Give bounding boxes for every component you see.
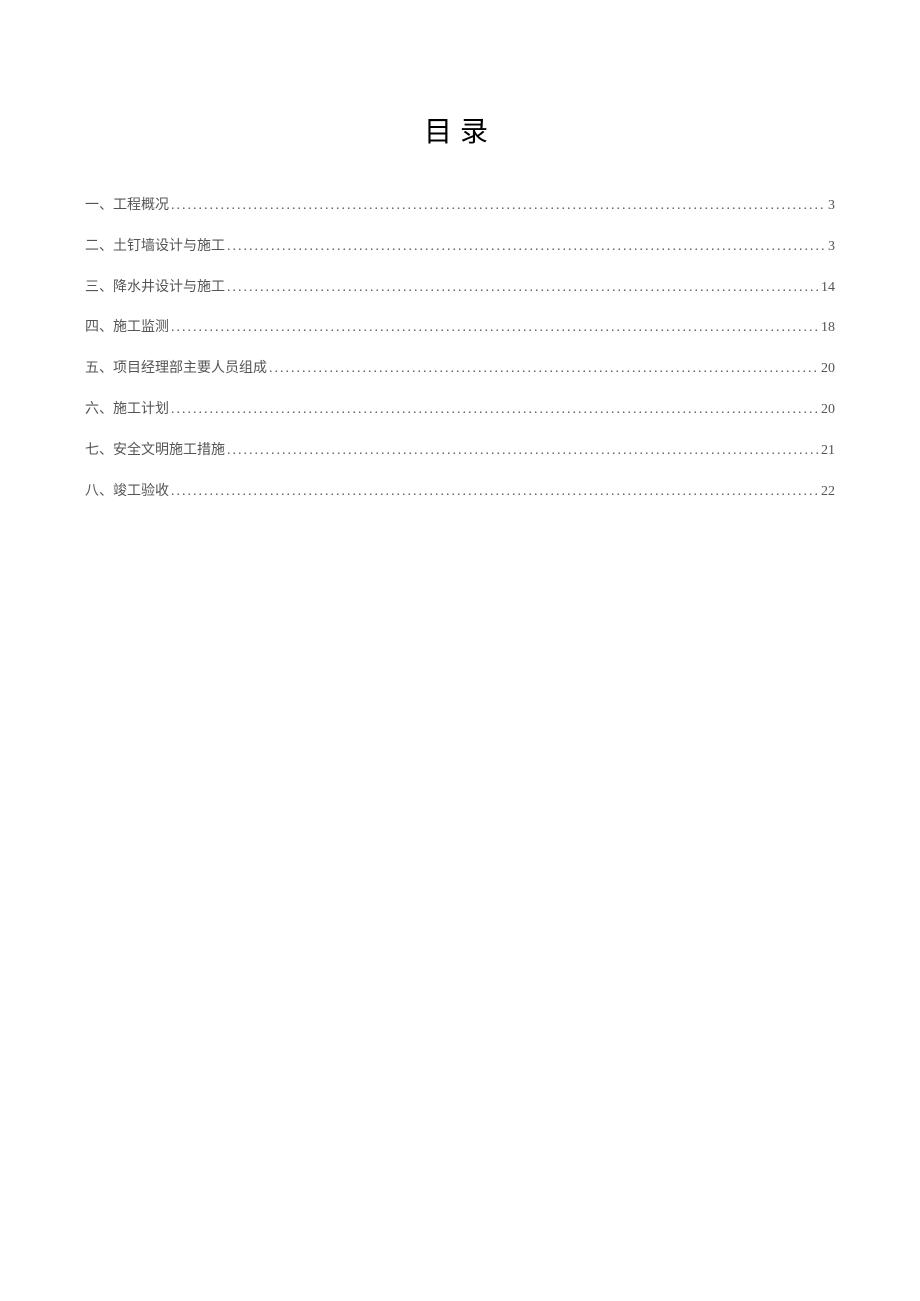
toc-entry-label: 三、降水井设计与施工 bbox=[85, 280, 225, 297]
toc-entry: 五、项目经理部主要人员组成 20 bbox=[85, 361, 835, 378]
page-title: 目录 bbox=[85, 110, 835, 150]
toc-entry-label: 二、土钉墙设计与施工 bbox=[85, 239, 225, 256]
toc-entry-page: 18 bbox=[821, 320, 835, 337]
toc-entry: 三、降水井设计与施工 14 bbox=[85, 280, 835, 297]
toc-entry-label: 五、项目经理部主要人员组成 bbox=[85, 361, 267, 378]
toc-entry-page: 3 bbox=[828, 198, 835, 215]
toc-entry: 八、竣工验收 22 bbox=[85, 484, 835, 501]
toc-entry-page: 14 bbox=[821, 280, 835, 297]
toc-entry-label: 八、竣工验收 bbox=[85, 484, 169, 501]
toc-entry: 二、土钉墙设计与施工 3 bbox=[85, 239, 835, 256]
toc-entry-leader bbox=[227, 239, 826, 256]
toc-entry-label: 一、工程概况 bbox=[85, 198, 169, 215]
toc-entry-leader bbox=[171, 484, 819, 501]
toc-entry: 六、施工计划 20 bbox=[85, 402, 835, 419]
toc-entry: 七、安全文明施工措施 21 bbox=[85, 443, 835, 460]
toc-entry-leader bbox=[227, 443, 819, 460]
toc-entry-label: 六、施工计划 bbox=[85, 402, 169, 419]
toc-entry-leader bbox=[171, 402, 819, 419]
toc-entry-label: 四、施工监测 bbox=[85, 320, 169, 337]
toc-entry-leader bbox=[269, 361, 819, 378]
toc-entry-leader bbox=[171, 320, 819, 337]
toc-entry: 四、施工监测 18 bbox=[85, 320, 835, 337]
toc-entry-label: 七、安全文明施工措施 bbox=[85, 443, 225, 460]
toc-entry-page: 3 bbox=[828, 239, 835, 256]
toc-entry-page: 20 bbox=[821, 402, 835, 419]
toc-entry-page: 22 bbox=[821, 484, 835, 501]
toc-entry: 一、工程概况 3 bbox=[85, 198, 835, 215]
toc-entry-leader bbox=[227, 280, 819, 297]
toc-entry-page: 20 bbox=[821, 361, 835, 378]
toc-entry-page: 21 bbox=[821, 443, 835, 460]
toc-entry-leader bbox=[171, 198, 826, 215]
table-of-contents: 一、工程概况 3 二、土钉墙设计与施工 3 三、降水井设计与施工 14 四、施工… bbox=[85, 198, 835, 500]
